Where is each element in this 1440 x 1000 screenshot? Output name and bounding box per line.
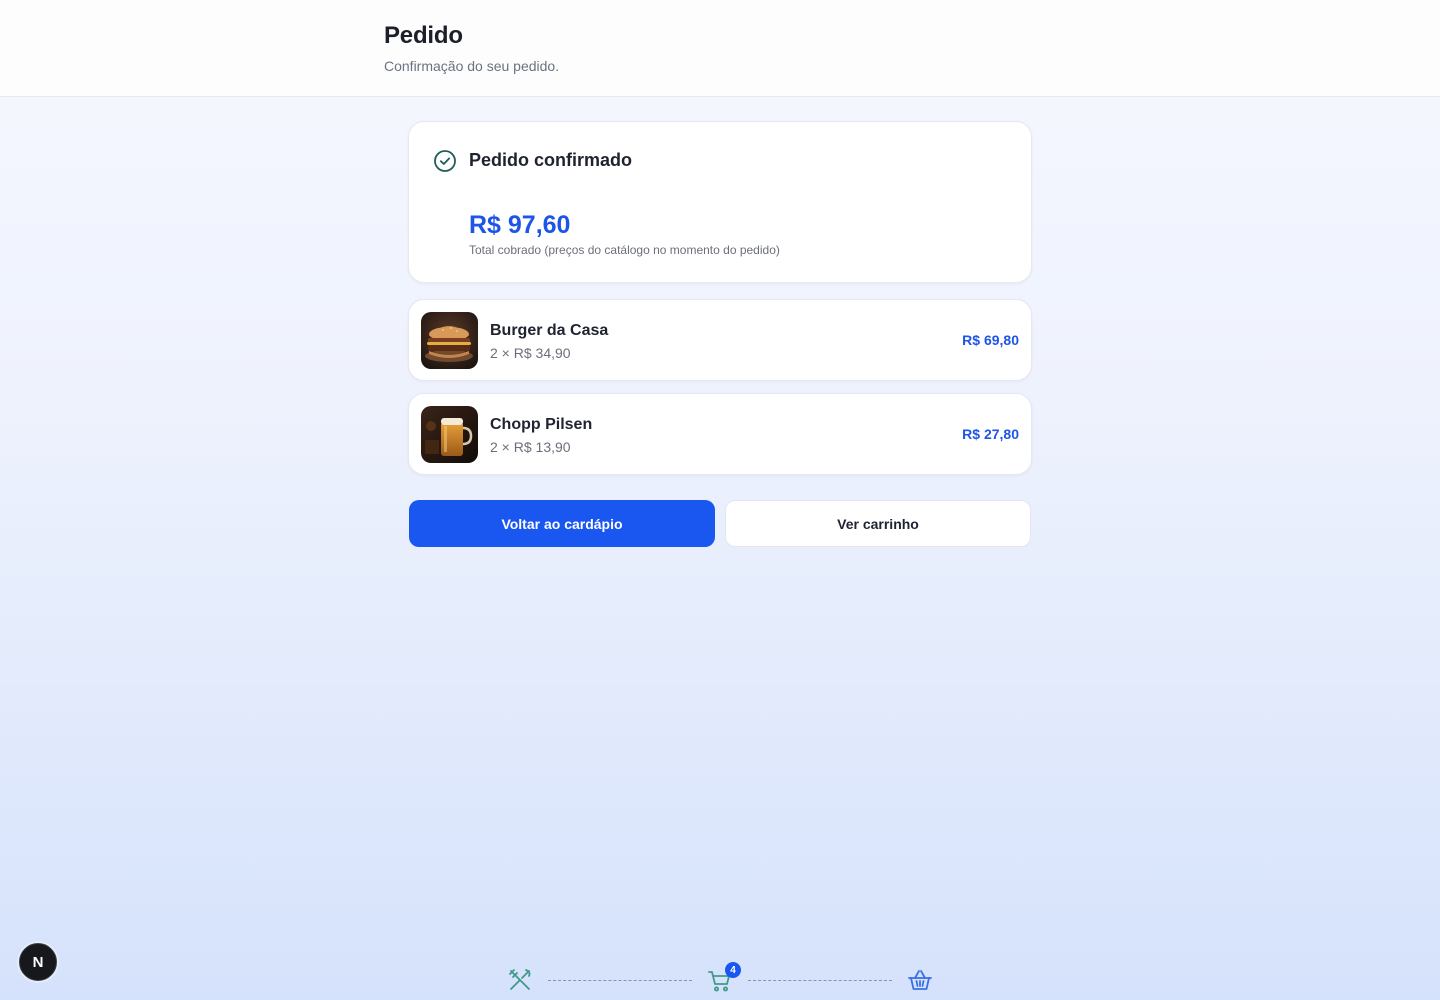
list-item: Burger da Casa 2 × R$ 34,90 R$ 69,80 xyxy=(408,299,1032,381)
item-subtotal: R$ 69,80 xyxy=(962,332,1019,348)
dev-tools-badge[interactable]: N xyxy=(19,943,57,981)
item-subtotal: R$ 27,80 xyxy=(962,426,1019,442)
item-quantity: 2 × R$ 34,90 xyxy=(490,345,571,361)
page-title: Pedido xyxy=(384,22,463,49)
order-status-card: Pedido confirmado R$ 97,60 Total cobrado… xyxy=(408,121,1032,283)
bottom-nav: 4 xyxy=(500,960,940,1000)
page-header: Pedido Confirmação do seu pedido. xyxy=(0,0,1440,97)
back-to-menu-button[interactable]: Voltar ao cardápio xyxy=(409,500,715,547)
page-subtitle: Confirmação do seu pedido. xyxy=(384,58,560,74)
basket-icon[interactable] xyxy=(906,966,934,994)
check-circle-icon xyxy=(434,150,456,172)
nav-divider xyxy=(548,980,692,981)
item-name: Chopp Pilsen xyxy=(490,416,593,433)
cart-count-badge: 4 xyxy=(725,962,741,978)
dev-badge-letter: N xyxy=(32,953,44,971)
item-name: Burger da Casa xyxy=(490,322,609,339)
order-status-title: Pedido confirmado xyxy=(469,150,633,170)
nav-divider xyxy=(748,980,892,981)
list-item: Chopp Pilsen 2 × R$ 13,90 R$ 27,80 xyxy=(408,393,1032,475)
utensils-icon[interactable] xyxy=(506,966,534,994)
order-total-note: Total cobrado (preços do catálogo no mom… xyxy=(469,243,780,257)
beer-image xyxy=(421,406,478,463)
item-quantity: 2 × R$ 13,90 xyxy=(490,439,571,455)
burger-image xyxy=(421,312,478,369)
order-total: R$ 97,60 xyxy=(469,211,571,239)
view-cart-button[interactable]: Ver carrinho xyxy=(725,500,1031,547)
